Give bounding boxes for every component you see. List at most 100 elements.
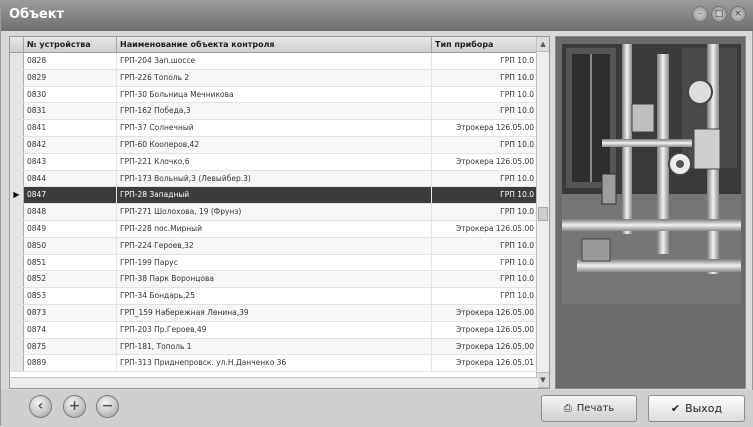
back-icon[interactable]: ‹: [29, 395, 52, 418]
table-row[interactable]: 0873 ГРП_159 Набережная Ленина,39 Этрокера…: [10, 304, 538, 322]
device-type-cell: Этрокера 126.05.01: [432, 355, 538, 372]
device-number-cell: 0874: [24, 321, 117, 338]
device-type-cell: Этрокера 126.05.00: [432, 220, 538, 237]
row-indicator[interactable]: [10, 86, 24, 103]
device-type-cell: ГРП 10.0: [432, 69, 538, 86]
table-row[interactable]: 0851 ГРП-199 Парус ГРП 10.0: [10, 254, 538, 272]
table-row[interactable]: 0828 ГРП-204 Зап.шоссе ГРП 10.0: [10, 53, 538, 70]
object-name-cell: ГРП-204 Зап.шоссе: [117, 53, 432, 69]
row-indicator[interactable]: [10, 288, 24, 304]
table-row[interactable]: 0874 ГРП-203 Пр.Героев,49 Этрокера 126.05.…: [10, 321, 538, 339]
column-header-type[interactable]: Тип прибора: [432, 37, 538, 52]
print-button-label: Печать: [576, 403, 615, 414]
row-indicator[interactable]: [10, 271, 24, 288]
table-row[interactable]: 0852 ГРП-38 Парк Воронцова ГРП 10.0: [10, 271, 538, 289]
table-row[interactable]: 0848 ГРП-271 Шолохова, 19 (Фрунз) ГРП 10.0: [10, 204, 538, 221]
object-name-cell: ГРП-224 Героев,32: [117, 237, 432, 254]
table-row[interactable]: 0831 ГРП-162 Победа,3 ГРП 10.0: [10, 103, 538, 121]
footer-toolbar: ‹ + − ⎙ Печать ✔ Выход: [1, 390, 753, 427]
window-controls: – □ ×: [692, 6, 746, 22]
object-name-cell: ГРП_159 Набережная Ленина,39: [117, 304, 432, 321]
table-row[interactable]: 0889 ГРП-313 Приднепровск. ул.Н.Данченко …: [10, 355, 538, 373]
device-number-cell: 0829: [24, 69, 117, 86]
row-indicator[interactable]: [10, 338, 24, 355]
object-name-cell: ГРП-313 Приднепровск. ул.Н.Данченко 36: [117, 355, 432, 372]
print-button[interactable]: ⎙ Печать: [541, 395, 637, 422]
object-name-cell: ГРП-37 Солнечный: [117, 120, 432, 136]
check-icon: ✔: [670, 402, 681, 415]
device-number-cell: 0842: [24, 136, 117, 153]
device-type-cell: ГРП 10.0: [432, 103, 538, 120]
device-type-cell: ГРП 10.0: [432, 204, 538, 220]
table-row[interactable]: ▶ 0847 ГРП-28 Западный ГРП 10.0: [10, 187, 538, 205]
device-number-cell: 0852: [24, 271, 117, 288]
device-type-cell: Этрокера 126.05.00: [432, 304, 538, 321]
device-number-cell: 0853: [24, 288, 117, 304]
column-header-object[interactable]: Наименование объекта контроля: [117, 37, 432, 52]
device-number-cell: 0848: [24, 204, 117, 220]
row-indicator[interactable]: [10, 170, 24, 187]
table-row[interactable]: 0849 ГРП-228 пос.Мирный Этрокера 126.05.00: [10, 220, 538, 238]
scroll-thumb[interactable]: [538, 207, 548, 221]
object-name-cell: ГРП-173 Вольный,3 (Левыйбер.3): [117, 170, 432, 187]
row-indicator[interactable]: [10, 120, 24, 136]
table-row[interactable]: 0843 ГРП-221 Клочко,6 Этрокера 126.05.00: [10, 153, 538, 171]
device-number-cell: 0841: [24, 120, 117, 136]
table-row[interactable]: 0842 ГРП-60 Кооперов,42 ГРП 10.0: [10, 136, 538, 154]
row-indicator[interactable]: [10, 304, 24, 321]
row-indicator[interactable]: [10, 153, 24, 170]
current-row-arrow-icon[interactable]: ▶: [10, 187, 24, 204]
object-name-cell: ГРП-203 Пр.Героев,49: [117, 321, 432, 338]
column-header-device[interactable]: № устройства: [24, 37, 117, 52]
scroll-down-icon[interactable]: ▼: [537, 372, 549, 388]
row-indicator[interactable]: [10, 355, 24, 372]
row-indicator[interactable]: [10, 237, 24, 254]
minus-icon[interactable]: −: [96, 395, 119, 418]
row-indicator[interactable]: [10, 103, 24, 120]
vertical-scrollbar[interactable]: ▲ ▼: [536, 37, 549, 388]
table-row[interactable]: 0829 ГРП-226 Тополь 2 ГРП 10.0: [10, 69, 538, 87]
close-icon[interactable]: ×: [730, 6, 746, 22]
device-number-cell: 0875: [24, 338, 117, 355]
device-type-cell: ГРП 10.0: [432, 53, 538, 69]
row-indicator[interactable]: [10, 321, 24, 338]
plus-icon[interactable]: +: [63, 395, 86, 418]
object-name-cell: ГРП-30 Больница Мечникова: [117, 86, 432, 103]
row-indicator[interactable]: [10, 53, 24, 69]
device-type-cell: ГРП 10.0: [432, 288, 538, 304]
table-header: № устройства Наименование объекта контро…: [10, 37, 538, 53]
row-indicator[interactable]: [10, 220, 24, 237]
maximize-icon[interactable]: □: [711, 6, 727, 22]
table-row[interactable]: 0875 ГРП-181, Тополь 1 Этрокера 126.05.00: [10, 338, 538, 356]
device-type-cell: Этрокера 126.05.00: [432, 153, 538, 170]
printer-icon: ⎙: [563, 403, 572, 414]
window-title: Объект: [9, 7, 65, 22]
device-type-cell: ГРП 10.0: [432, 237, 538, 254]
exit-button[interactable]: ✔ Выход: [648, 395, 745, 422]
minimize-icon[interactable]: –: [692, 6, 708, 22]
device-number-cell: 0851: [24, 254, 117, 271]
device-type-cell: ГРП 10.0: [432, 254, 538, 271]
device-number-cell: 0850: [24, 237, 117, 254]
scroll-up-icon[interactable]: ▲: [537, 37, 549, 52]
object-photo-panel: [555, 36, 746, 389]
object-name-cell: ГРП-28 Западный: [117, 187, 432, 204]
object-name-cell: ГРП-60 Кооперов,42: [117, 136, 432, 153]
table-row[interactable]: 0850 ГРП-224 Героев,32 ГРП 10.0: [10, 237, 538, 255]
device-type-cell: ГРП 10.0: [432, 187, 538, 204]
row-indicator[interactable]: [10, 204, 24, 220]
row-indicator[interactable]: [10, 136, 24, 153]
object-name-cell: ГРП-34 Бондарь,25: [117, 288, 432, 304]
device-number-cell: 0889: [24, 355, 117, 372]
device-type-cell: ГРП 10.0: [432, 170, 538, 187]
device-number-cell: 0830: [24, 86, 117, 103]
table-row[interactable]: 0844 ГРП-173 Вольный,3 (Левыйбер.3) ГРП 10…: [10, 170, 538, 188]
device-number-cell: 0847: [24, 187, 117, 204]
table-row[interactable]: 0841 ГРП-37 Солнечный Этрокера 126.05.00: [10, 120, 538, 137]
object-name-cell: ГРП-38 Парк Воронцова: [117, 271, 432, 288]
horizontal-scrollbar[interactable]: [10, 377, 538, 388]
row-indicator[interactable]: [10, 254, 24, 271]
table-row[interactable]: 0830 ГРП-30 Больница Мечникова ГРП 10.0: [10, 86, 538, 104]
row-indicator[interactable]: [10, 69, 24, 86]
table-row[interactable]: 0853 ГРП-34 Бондарь,25 ГРП 10.0: [10, 288, 538, 305]
